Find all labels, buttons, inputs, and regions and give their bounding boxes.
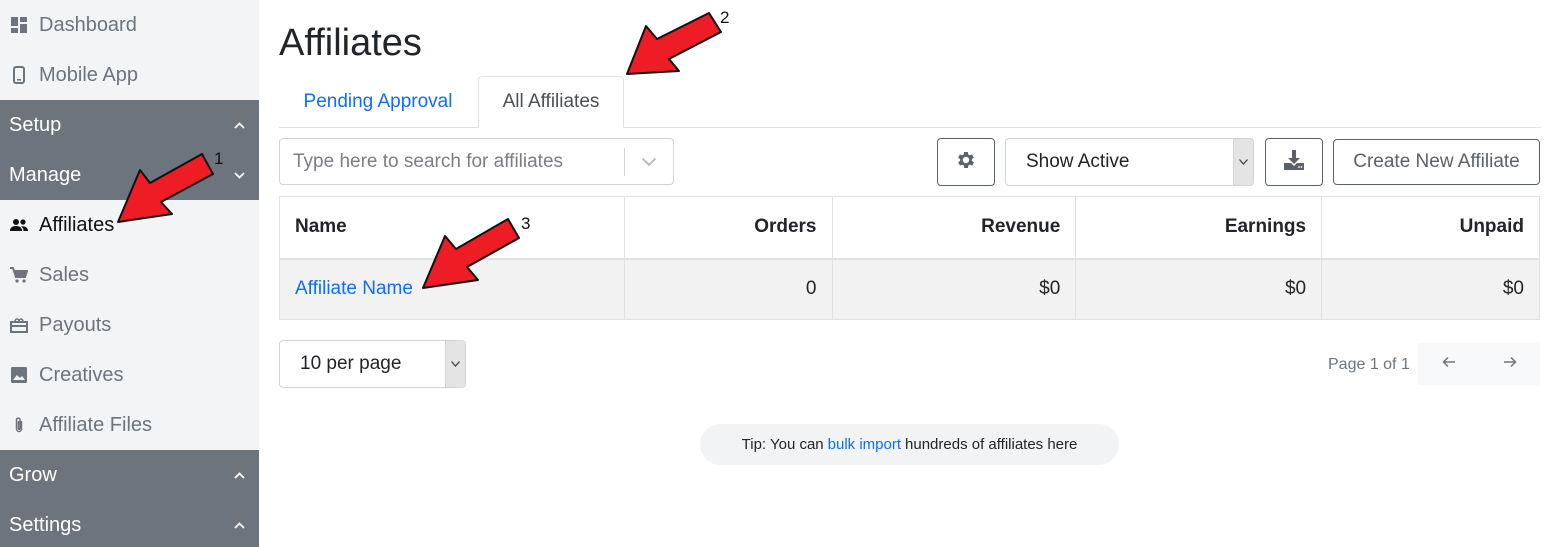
tip-prefix: Tip: You can: [741, 436, 824, 453]
cell-earnings: $0: [1075, 258, 1323, 320]
prev-page-button[interactable]: [1418, 343, 1479, 385]
chevron-up-icon: [233, 469, 245, 481]
table-row: Affiliate Name 0 $0 $0 $0: [279, 258, 1540, 320]
affiliates-table: Name Orders Revenue Earnings Unpaid Affi…: [279, 196, 1540, 320]
download-button[interactable]: [1265, 138, 1323, 186]
per-page-value: 10 per page: [300, 353, 402, 374]
column-header-revenue[interactable]: Revenue: [831, 196, 1077, 260]
main-content: Affiliates Pending Approval All Affiliat…: [279, 0, 1541, 547]
tab-bar: Pending Approval All Affiliates: [279, 76, 1541, 128]
mobile-icon: [9, 65, 29, 85]
sidebar-item-label: Affiliate Files: [39, 413, 153, 436]
chevron-up-icon: [233, 119, 245, 131]
cell-name: Affiliate Name: [279, 258, 625, 320]
gear-icon: [955, 149, 977, 176]
paperclip-icon: [9, 415, 29, 435]
sidebar-item-dashboard[interactable]: Dashboard: [0, 0, 259, 50]
sidebar-item-sales[interactable]: Sales: [0, 250, 259, 300]
column-header-earnings[interactable]: Earnings: [1075, 196, 1323, 260]
sidebar-item-mobile-app[interactable]: Mobile App: [0, 50, 259, 100]
cell-orders: 0: [623, 258, 833, 320]
section-label: Settings: [9, 513, 82, 536]
table-header-row: Name Orders Revenue Earnings Unpaid: [279, 196, 1540, 260]
sidebar-item-label: Mobile App: [39, 63, 138, 86]
sidebar-item-label: Sales: [39, 263, 90, 286]
sidebar-item-label: Payouts: [39, 313, 112, 336]
sidebar-section-settings[interactable]: Settings: [0, 500, 259, 547]
sidebar-item-label: Affiliates: [39, 213, 115, 236]
create-affiliate-button[interactable]: Create New Affiliate: [1333, 139, 1540, 185]
status-filter-select[interactable]: Show Active: [1005, 138, 1254, 186]
people-icon: [9, 215, 29, 235]
column-header-unpaid[interactable]: Unpaid: [1321, 196, 1540, 260]
download-icon: [1283, 149, 1305, 176]
chevron-down-icon: [233, 169, 245, 181]
select-arrow-icon: [1233, 139, 1253, 185]
annotation-label-3: 3: [521, 214, 531, 233]
search-box: [279, 138, 674, 185]
page-title: Affiliates: [279, 22, 422, 64]
settings-button[interactable]: [937, 138, 995, 186]
image-icon: [9, 365, 29, 385]
bulk-import-link[interactable]: bulk import: [828, 436, 901, 453]
sidebar-item-label: Dashboard: [39, 13, 137, 36]
chevron-down-icon[interactable]: [625, 139, 673, 184]
section-label: Setup: [9, 113, 62, 136]
arrow-right-icon: [1503, 355, 1517, 373]
select-arrow-icon: [445, 341, 465, 387]
sidebar-section-grow[interactable]: Grow: [0, 450, 259, 500]
tip-suffix: hundreds of affiliates here: [905, 436, 1078, 453]
sidebar-item-label: Creatives: [39, 363, 124, 386]
column-header-name[interactable]: Name: [279, 196, 625, 260]
sidebar-section-setup[interactable]: Setup: [0, 100, 259, 150]
tip-banner: Tip: You can bulk import hundreds of aff…: [700, 424, 1119, 465]
chevron-up-icon: [233, 519, 245, 531]
section-label: Grow: [9, 463, 57, 486]
sidebar-item-payouts[interactable]: Payouts: [0, 300, 259, 350]
page-info: Page 1 of 1: [1328, 356, 1410, 373]
annotation-label-2: 2: [720, 8, 730, 27]
arrow-left-icon: [1441, 355, 1456, 373]
next-page-button[interactable]: [1479, 343, 1540, 385]
search-input[interactable]: [280, 141, 625, 182]
sidebar-item-creatives[interactable]: Creatives: [0, 350, 259, 400]
section-label: Manage: [9, 163, 82, 186]
cart-icon: [9, 265, 29, 285]
cell-revenue: $0: [831, 258, 1077, 320]
payouts-icon: [9, 315, 29, 335]
per-page-select[interactable]: 10 per page: [279, 340, 466, 388]
affiliate-name-link[interactable]: Affiliate Name: [295, 278, 413, 299]
sidebar: Dashboard Mobile App Setup Manage Affili…: [0, 0, 259, 547]
dashboard-icon: [9, 15, 29, 35]
pagination: [1418, 343, 1540, 385]
status-filter-value: Show Active: [1026, 151, 1130, 172]
column-header-orders[interactable]: Orders: [623, 196, 833, 260]
sidebar-item-affiliates[interactable]: Affiliates: [0, 200, 259, 250]
tab-pending-approval[interactable]: Pending Approval: [279, 76, 477, 128]
annotation-label-1: 1: [214, 149, 224, 168]
cell-unpaid: $0: [1321, 258, 1540, 320]
sidebar-item-affiliate-files[interactable]: Affiliate Files: [0, 400, 259, 450]
tab-all-affiliates[interactable]: All Affiliates: [478, 76, 624, 128]
